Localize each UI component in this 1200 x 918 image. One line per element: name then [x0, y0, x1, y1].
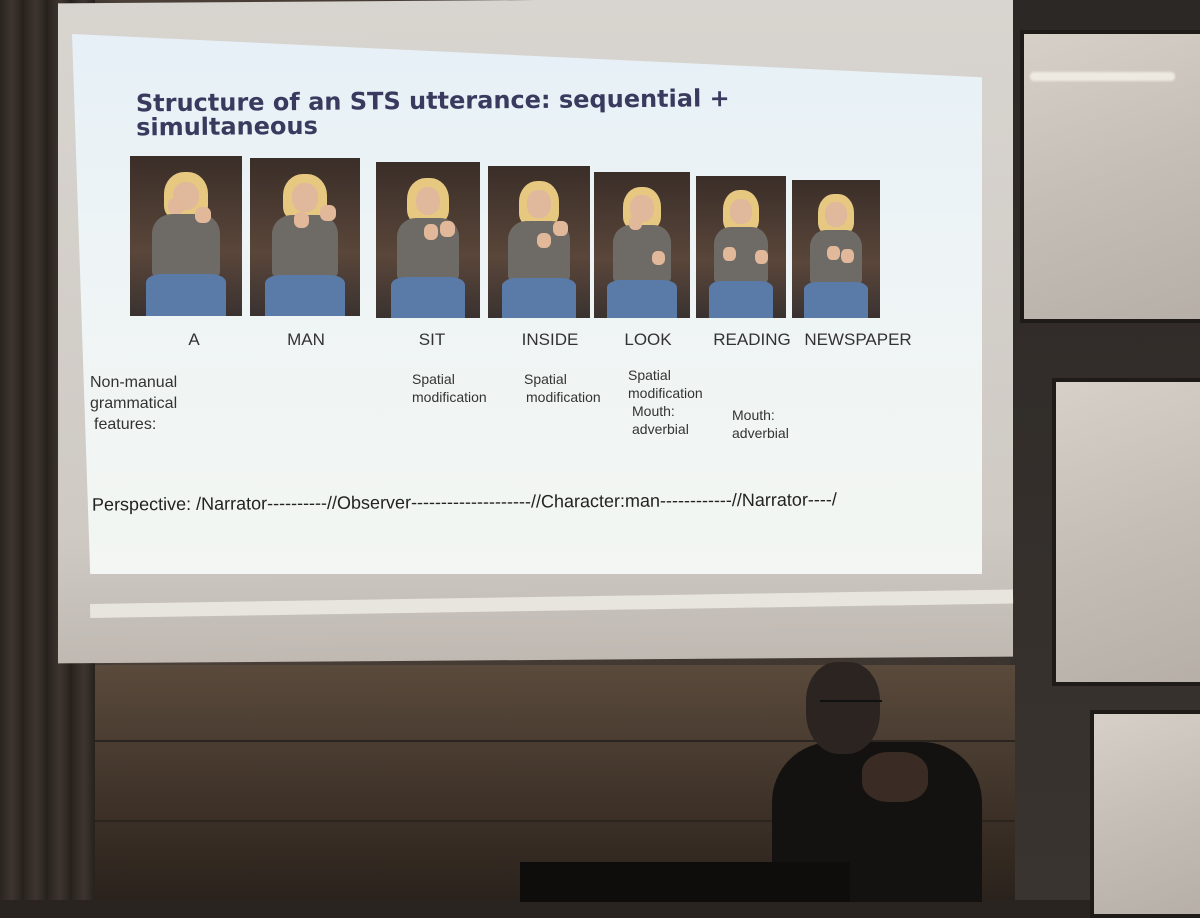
sign-photo-look [594, 172, 690, 318]
whiteboard-middle [1052, 378, 1200, 686]
perspective-line: Perspective: /Narrator----------//Observ… [91, 489, 837, 515]
note-inside: Spatial modification [524, 371, 601, 405]
nonmanual-features-label: Non-manual grammatical features: [90, 374, 178, 433]
gloss-label: A [188, 330, 200, 349]
ceiling-light-reflection [1030, 72, 1175, 81]
speaker-hands [862, 752, 928, 802]
gloss-label: LOOK [624, 330, 672, 349]
sign-photo-sit [376, 162, 480, 318]
sign-photo-a [130, 156, 242, 316]
sign-photo-reading [696, 176, 786, 318]
note-look: Spatial modification Mouth: adverbial [628, 367, 703, 437]
speaker-glasses [820, 700, 882, 712]
sign-photo-man [250, 158, 360, 316]
gloss-label: MAN [287, 330, 325, 349]
slide-title: Structure of an STS utterance: sequentia… [135, 84, 730, 142]
sign-photo-newspaper [792, 180, 880, 318]
note-sit: Spatial modification [412, 371, 487, 405]
gloss-label: SIT [418, 330, 446, 349]
gloss-label: NEWSPAPER [804, 330, 912, 349]
whiteboard-bottom [1090, 710, 1200, 918]
gloss-label: READING [713, 330, 791, 349]
lectern [520, 862, 850, 902]
sign-photo-inside [488, 166, 590, 318]
projected-slide: Structure of an STS utterance: sequentia… [72, 34, 982, 574]
note-reading: Mouth: adverbial [732, 407, 789, 441]
